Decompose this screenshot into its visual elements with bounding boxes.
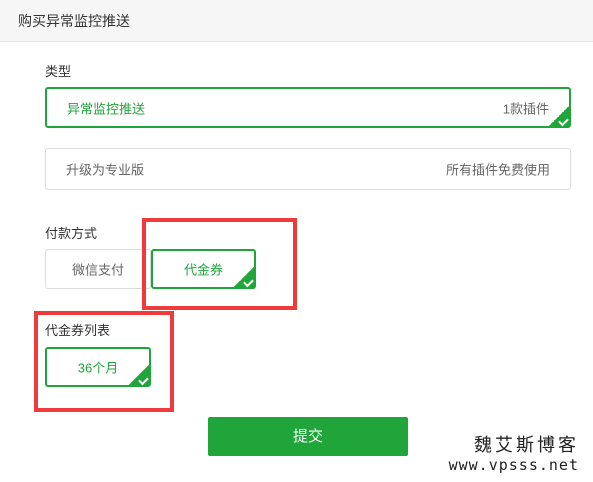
dialog-title: 购买异常监控推送 (18, 13, 130, 29)
payment-option-label: 微信支付 (71, 262, 124, 278)
submit-button[interactable]: 提交 (208, 417, 408, 456)
dialog-header: 购买异常监控推送 (0, 0, 593, 42)
watermark-title: 魏艾斯博客 (474, 435, 579, 456)
type-option-name: 升级为专业版 (66, 162, 145, 178)
payment-method-label: 付款方式 (45, 226, 98, 241)
highlight-box-voucher (34, 311, 174, 412)
type-option-detail: 所有插件免费使用 (445, 162, 550, 178)
highlight-box-payment (142, 218, 297, 310)
watermark-url: www.vpsss.net (448, 456, 579, 474)
type-label: 类型 (45, 64, 72, 79)
payment-option-wechat[interactable]: 微信支付 (45, 249, 151, 289)
type-option-anomaly-push[interactable]: 异常监控推送 1款插件 (45, 87, 571, 128)
type-option-upgrade-pro[interactable]: 升级为专业版 所有插件免费使用 (45, 148, 571, 190)
type-option-detail: 1款插件 (502, 101, 549, 116)
selected-check-icon (548, 105, 570, 127)
type-option-name: 异常监控推送 (67, 101, 146, 116)
